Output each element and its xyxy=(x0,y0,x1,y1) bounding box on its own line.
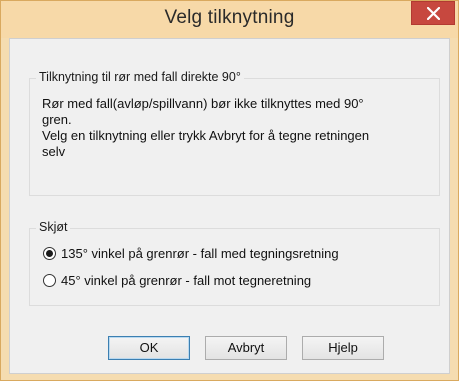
title-bar[interactable]: Velg tilknytning xyxy=(1,1,458,38)
dialog-content: Tilknytning til rør med fall direkte 90°… xyxy=(9,38,450,374)
window-title: Velg tilknytning xyxy=(164,7,295,28)
radio-dot-icon xyxy=(46,249,53,257)
info-message-line-4: selv xyxy=(42,144,66,159)
radio-option-45-label: 45° vinkel på grenrør - fall mot tegnere… xyxy=(61,272,312,288)
cancel-button[interactable]: Avbryt xyxy=(205,336,287,360)
dialog-window: Velg tilknytning Tilknytning til rør med… xyxy=(0,0,459,381)
info-group-legend: Tilknytning til rør med fall direkte 90° xyxy=(36,70,244,84)
radio-button-selected[interactable] xyxy=(43,246,56,260)
joint-groupbox: Skjøt 135° vinkel på grenrør - fall med … xyxy=(29,220,440,306)
ok-button[interactable]: OK xyxy=(108,336,190,360)
info-message-line-2: gren. xyxy=(42,112,72,127)
close-icon xyxy=(427,7,440,20)
info-message-line-3: Velg en tilknytning eller trykk Avbryt f… xyxy=(42,128,370,143)
info-message-line-1: Rør med fall(avløp/spillvann) bør ikke t… xyxy=(42,96,364,111)
info-groupbox: Tilknytning til rør med fall direkte 90°… xyxy=(29,70,440,196)
radio-option-135-label: 135° vinkel på grenrør - fall med tegnin… xyxy=(61,245,339,261)
radio-option-45[interactable]: 45° vinkel på grenrør - fall mot tegnere… xyxy=(43,271,311,289)
help-button[interactable]: Hjelp xyxy=(302,336,384,360)
close-button[interactable] xyxy=(411,1,455,25)
radio-button-unselected[interactable] xyxy=(43,273,56,287)
radio-option-135[interactable]: 135° vinkel på grenrør - fall med tegnin… xyxy=(43,244,339,262)
joint-group-legend: Skjøt xyxy=(36,220,71,234)
